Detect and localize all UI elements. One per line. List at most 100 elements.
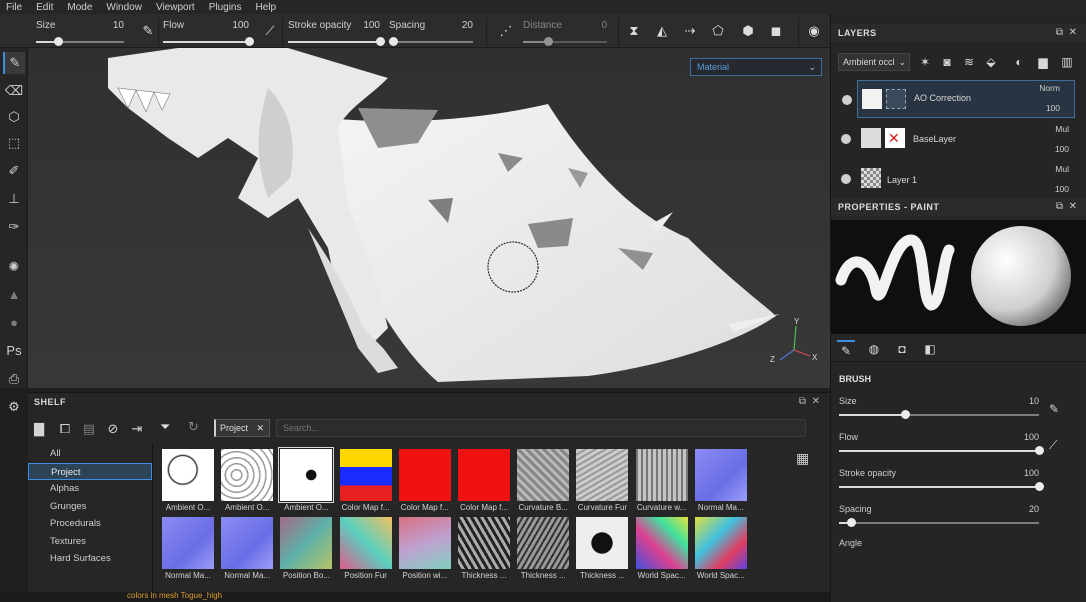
- clone-stamp-tool-icon[interactable]: ⊥: [3, 188, 25, 210]
- menu-plugins[interactable]: Plugins: [203, 2, 250, 13]
- layer-blend-mode[interactable]: Mul: [1055, 164, 1069, 174]
- shelf-search-input[interactable]: [276, 419, 806, 437]
- pen-pressure-icon[interactable]: ⟋: [1049, 438, 1057, 453]
- shelf-item[interactable]: Color Map f...: [456, 449, 512, 515]
- layer-baselayer[interactable]: ✕ BaseLayer Mul 100: [831, 120, 1086, 158]
- filter-tag-project[interactable]: Project ✕: [214, 419, 270, 437]
- menu-file[interactable]: File: [0, 2, 30, 13]
- new-file-icon[interactable]: ⧠: [56, 420, 74, 438]
- import-icon[interactable]: ⇥: [128, 420, 146, 438]
- eye-icon[interactable]: [841, 134, 851, 144]
- toolbar-flow-slider[interactable]: Flow 100: [163, 14, 254, 48]
- mask-icon[interactable]: ◙: [939, 54, 955, 70]
- shelf-item[interactable]: World Spac...: [634, 517, 690, 583]
- close-icon[interactable]: ✕: [256, 420, 264, 436]
- eye-icon[interactable]: [841, 174, 851, 184]
- toolbar-stroke-opacity-slider[interactable]: Stroke opacity 100: [288, 14, 385, 48]
- shelf-category-textures[interactable]: Textures: [28, 533, 152, 551]
- export-icon[interactable]: ⎙: [3, 368, 25, 390]
- properties-window-controls[interactable]: ⧉ ✕: [1056, 201, 1077, 212]
- layer-channel-select[interactable]: Ambient occl ⌄: [838, 53, 910, 71]
- layer-opacity[interactable]: 100: [1046, 103, 1060, 113]
- layer-opacity[interactable]: 100: [1055, 144, 1069, 154]
- tab-stencil-icon[interactable]: ◘: [893, 340, 911, 358]
- shelf-category-grunges[interactable]: Grunges: [28, 498, 152, 516]
- shelf-window-controls[interactable]: ⧉ ✕: [799, 396, 820, 407]
- brush-flow-knob[interactable]: [1034, 446, 1044, 455]
- adjustment-icon[interactable]: ◐: [1011, 54, 1027, 70]
- shelf-item[interactable]: Color Map f...: [397, 449, 453, 515]
- toolbar-flow-knob[interactable]: [244, 37, 254, 46]
- lazy-mouse-icon[interactable]: ⋰: [498, 23, 514, 39]
- brush-pressure-icon[interactable]: ✎: [140, 23, 156, 39]
- toolbar-distance-knob[interactable]: [543, 37, 553, 46]
- brush-size-slider[interactable]: Size 10: [839, 396, 1039, 426]
- brush-spacing-knob[interactable]: [846, 518, 856, 527]
- brush-spacing-slider[interactable]: Spacing 20: [839, 504, 1039, 534]
- shelf-item[interactable]: Normal Ma...: [219, 517, 275, 583]
- layer-stack-icon[interactable]: ≋: [961, 54, 977, 70]
- shelf-category-all[interactable]: All: [28, 445, 152, 463]
- shelf-item[interactable]: Ambient O...: [219, 449, 275, 515]
- brush-pressure-icon[interactable]: ✎: [1049, 402, 1059, 416]
- brush-stroke-opacity-slider[interactable]: Stroke opacity 100: [839, 468, 1044, 498]
- menu-mode[interactable]: Mode: [61, 2, 100, 13]
- grid-view-icon[interactable]: ▦: [796, 451, 810, 465]
- shelf-item[interactable]: Normal Ma...: [160, 517, 216, 583]
- toolbar-spacing-slider[interactable]: Spacing 20: [389, 14, 473, 48]
- toolbar-spacing-knob[interactable]: [389, 37, 398, 46]
- tab-material-icon[interactable]: ◧: [921, 340, 939, 358]
- shelf-item[interactable]: Color Map f...: [338, 449, 394, 515]
- layer-layer-1[interactable]: Layer 1 Mul 100: [831, 160, 1086, 198]
- symmetry-icon[interactable]: ⧗: [626, 23, 642, 39]
- menu-edit[interactable]: Edit: [30, 2, 61, 13]
- bake-tool-icon[interactable]: ▲: [3, 284, 25, 306]
- tab-alpha-icon[interactable]: ◍: [865, 340, 883, 358]
- smudge-tool-icon[interactable]: ✐: [3, 160, 25, 182]
- toolbar-size-slider[interactable]: Size 10: [36, 14, 124, 48]
- photoshop-icon[interactable]: Ps: [3, 340, 25, 362]
- shelf-item[interactable]: Curvature w...: [634, 449, 690, 515]
- cube-icon[interactable]: ⬢: [740, 23, 756, 39]
- brush-flow-slider[interactable]: Flow 100: [839, 432, 1044, 462]
- layers-window-controls[interactable]: ⧉ ✕: [1056, 27, 1077, 38]
- toolbar-distance-slider[interactable]: Distance 0: [523, 14, 607, 48]
- mirror-icon[interactable]: ◭: [654, 23, 670, 39]
- shelf-item[interactable]: Ambient O...: [160, 449, 216, 515]
- shelf-item[interactable]: Position Fur: [338, 517, 394, 583]
- menu-help[interactable]: Help: [250, 2, 285, 13]
- layer-opacity[interactable]: 100: [1055, 184, 1069, 194]
- toolbar-size-knob[interactable]: [53, 37, 63, 46]
- 3d-viewport[interactable]: Y Z X Material ⌄: [28, 48, 830, 388]
- shelf-item[interactable]: Ambient O...: [278, 447, 335, 515]
- hide-icon[interactable]: ⊘: [104, 420, 122, 438]
- screenshot-camera-icon[interactable]: ◉: [806, 23, 822, 39]
- trash-icon[interactable]: ▤: [80, 420, 98, 438]
- shelf-item[interactable]: Normal Ma...: [693, 449, 749, 515]
- video-camera-icon[interactable]: ◼: [768, 23, 784, 39]
- fill-bucket-icon[interactable]: ⬙: [983, 54, 999, 70]
- shelf-item[interactable]: Position Bo...: [278, 517, 334, 583]
- tab-brush-icon[interactable]: ✎: [837, 340, 855, 358]
- refresh-icon[interactable]: ↻: [188, 419, 199, 435]
- pen-pressure-icon[interactable]: ⟋: [262, 23, 278, 39]
- shelf-item[interactable]: Curvature B...: [515, 449, 571, 515]
- eraser-tool-icon[interactable]: ⌫: [3, 80, 25, 102]
- projection-tool-icon[interactable]: ⬡: [3, 106, 25, 128]
- menu-window[interactable]: Window: [100, 2, 150, 13]
- shelf-category-project[interactable]: Project: [28, 462, 152, 480]
- brush-size-knob[interactable]: [900, 410, 910, 419]
- settings-gear-icon[interactable]: ⚙: [3, 396, 25, 418]
- shelf-item[interactable]: Thickness ...: [574, 517, 630, 583]
- magic-wand-icon[interactable]: ✶: [917, 54, 933, 70]
- shelf-category-procedurals[interactable]: Procedurals: [28, 515, 152, 533]
- shelf-item[interactable]: Thickness ...: [515, 517, 571, 583]
- folder-icon[interactable]: ▇: [30, 420, 48, 438]
- fill-projection-icon[interactable]: ⇢: [682, 23, 698, 39]
- toolbar-stroke-opacity-knob[interactable]: [375, 37, 385, 46]
- layer-blend-mode[interactable]: Mul: [1055, 124, 1069, 134]
- material-picker-tool-icon[interactable]: ●: [3, 312, 25, 334]
- menu-viewport[interactable]: Viewport: [150, 2, 203, 13]
- color-picker-tool-icon[interactable]: ✑: [3, 216, 25, 238]
- shelf-item[interactable]: Thickness ...: [456, 517, 512, 583]
